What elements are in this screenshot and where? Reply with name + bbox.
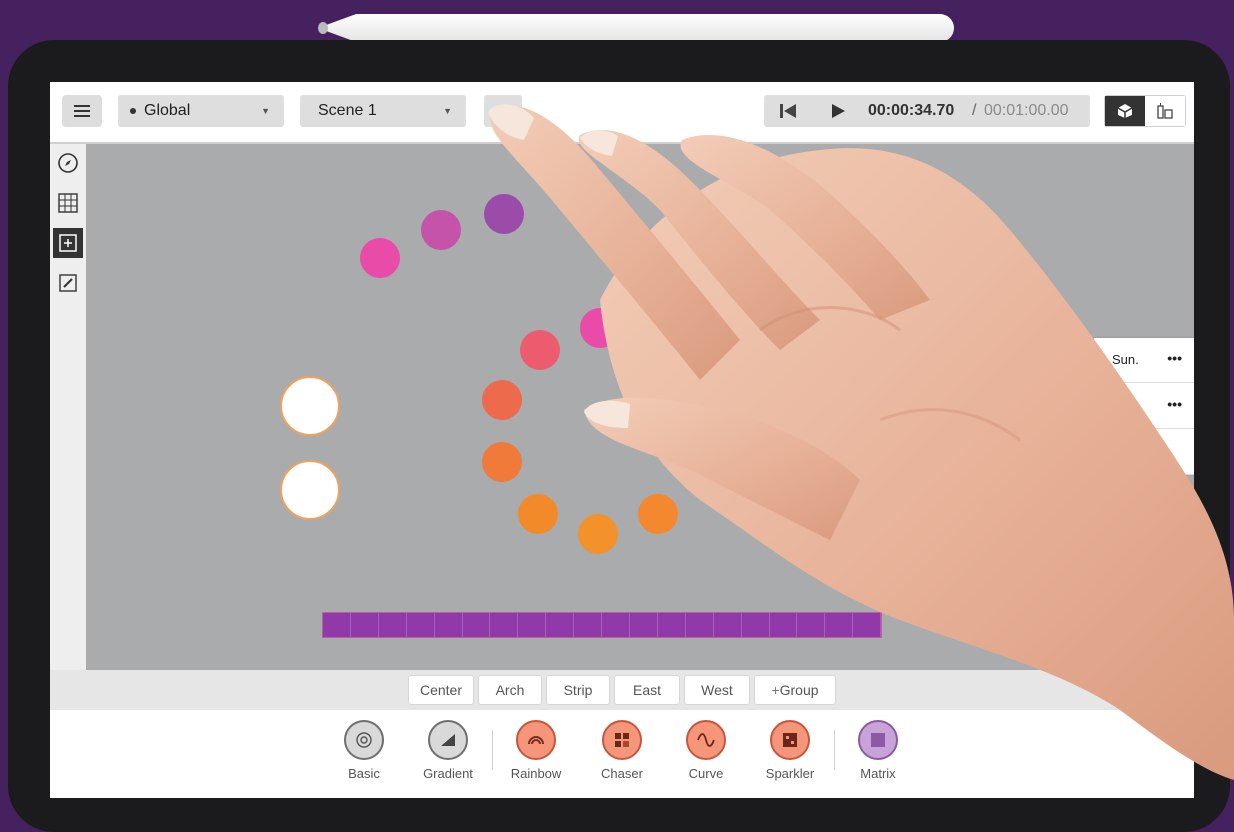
effect-label: Basic	[348, 766, 380, 781]
fixture-light[interactable]	[670, 380, 710, 420]
fixture-light[interactable]	[421, 210, 461, 250]
layer-row[interactable]: Sun. •••	[1094, 338, 1194, 383]
pencil-icon	[59, 274, 77, 292]
effect-label: Rainbow	[510, 766, 562, 781]
effect-label: Chaser	[601, 766, 643, 781]
menu-button[interactable]	[62, 95, 102, 127]
group-bar: Center Arch Strip East West +Group	[50, 670, 1194, 710]
view-3d-button[interactable]	[1105, 96, 1145, 126]
scene-select-value: Scene 1	[318, 102, 377, 119]
effect-label: Matrix	[860, 766, 896, 781]
fixture-light[interactable]	[360, 238, 400, 278]
fixture-light[interactable]	[518, 494, 558, 534]
sparkler-icon	[770, 720, 810, 760]
led-strip[interactable]	[322, 612, 882, 638]
effect-curve-button[interactable]: Curve	[676, 720, 736, 781]
skip-to-start-icon	[780, 104, 796, 118]
effect-label: Gradient	[423, 766, 473, 781]
apple-pencil	[318, 14, 954, 42]
effects-bar: Basic Gradient Rainbow Chaser Curve Spar…	[50, 710, 1194, 798]
layers-panel: Sun. ••• •••	[1094, 338, 1194, 475]
add-fixture-tool[interactable]	[53, 228, 83, 258]
app-screen: Global ▼ Scene 1 ▼ 00:00:34.70 / 00:01:0…	[50, 82, 1194, 798]
play-icon	[832, 104, 845, 118]
effect-label: Sparkler	[765, 766, 815, 781]
ramp-icon	[428, 720, 468, 760]
rainbow-icon	[516, 720, 556, 760]
time-separator: /	[972, 102, 977, 119]
layer-row[interactable]: •••	[1094, 384, 1194, 429]
add-group-button[interactable]: +Group	[754, 675, 836, 705]
effect-matrix-button[interactable]: Matrix	[848, 720, 908, 781]
fixtures-icon	[1157, 103, 1173, 119]
group-east-button[interactable]: East	[614, 675, 680, 705]
layer-row[interactable]	[1094, 430, 1194, 475]
effect-sparkler-button[interactable]: Sparkler	[760, 720, 820, 781]
sine-wave-icon	[686, 720, 726, 760]
zone-select[interactable]: Global ▼	[118, 95, 284, 127]
zone-dot-icon	[130, 107, 136, 114]
view-fixtures-button[interactable]	[1145, 96, 1185, 126]
fixture-light[interactable]	[484, 194, 524, 234]
transport-controls: 00:00:34.70 / 00:01:00.00	[764, 95, 1090, 127]
top-toolbar: Global ▼ Scene 1 ▼ 00:00:34.70 / 00:01:0…	[50, 82, 1194, 144]
add-group-label: Group	[779, 682, 819, 698]
effects-divider	[492, 730, 493, 770]
target-icon	[344, 720, 384, 760]
compass-icon	[58, 153, 78, 173]
play-button[interactable]	[816, 95, 860, 127]
effects-divider	[834, 730, 835, 770]
fixture-light-off[interactable]	[280, 376, 340, 436]
more-options-icon[interactable]: •••	[1167, 350, 1182, 366]
effect-gradient-button[interactable]: Gradient	[418, 720, 478, 781]
more-options-icon[interactable]: •••	[1167, 396, 1182, 412]
cube-3d-icon	[1117, 104, 1133, 118]
pencil-tool[interactable]	[53, 268, 83, 298]
scene-select[interactable]: Scene 1 ▼	[300, 95, 466, 127]
group-arch-button[interactable]: Arch	[478, 675, 542, 705]
chaser-grid-icon	[602, 720, 642, 760]
effect-basic-button[interactable]: Basic	[334, 720, 394, 781]
total-time: 00:01:00.00	[984, 102, 1069, 119]
chevron-down-icon: ▼	[261, 106, 270, 116]
zone-select-value: Global	[144, 102, 191, 119]
grid-icon	[58, 193, 78, 213]
layer-label: Sun.	[1112, 352, 1139, 367]
fixture-light[interactable]	[578, 514, 618, 554]
pencil-tip	[318, 22, 328, 34]
scene-options-button[interactable]	[484, 95, 522, 127]
view-toggle	[1104, 95, 1186, 127]
current-time: 00:00:34.70	[868, 102, 955, 119]
grid-tool[interactable]	[53, 188, 83, 218]
hamburger-menu-icon	[74, 105, 90, 107]
plus-icon: +	[771, 682, 780, 698]
matrix-icon	[858, 720, 898, 760]
group-strip-button[interactable]: Strip	[546, 675, 610, 705]
fixture-light[interactable]	[482, 442, 522, 482]
left-toolbar	[50, 144, 86, 670]
effect-chaser-button[interactable]: Chaser	[592, 720, 652, 781]
layout-canvas[interactable]	[86, 144, 1194, 670]
fixture-light[interactable]	[638, 332, 678, 372]
effect-label: Curve	[688, 766, 724, 781]
compass-tool[interactable]	[53, 148, 83, 178]
chevron-down-icon: ▼	[443, 106, 452, 116]
rewind-button[interactable]	[766, 95, 810, 127]
fixture-light[interactable]	[520, 330, 560, 370]
group-west-button[interactable]: West	[684, 675, 750, 705]
fixture-light[interactable]	[580, 308, 620, 348]
fixture-light[interactable]	[482, 380, 522, 420]
group-center-button[interactable]: Center	[408, 675, 474, 705]
effect-rainbow-button[interactable]: Rainbow	[506, 720, 566, 781]
add-fixture-icon	[59, 234, 77, 252]
fixture-light[interactable]	[638, 494, 678, 534]
fixture-light-off[interactable]	[280, 460, 340, 520]
